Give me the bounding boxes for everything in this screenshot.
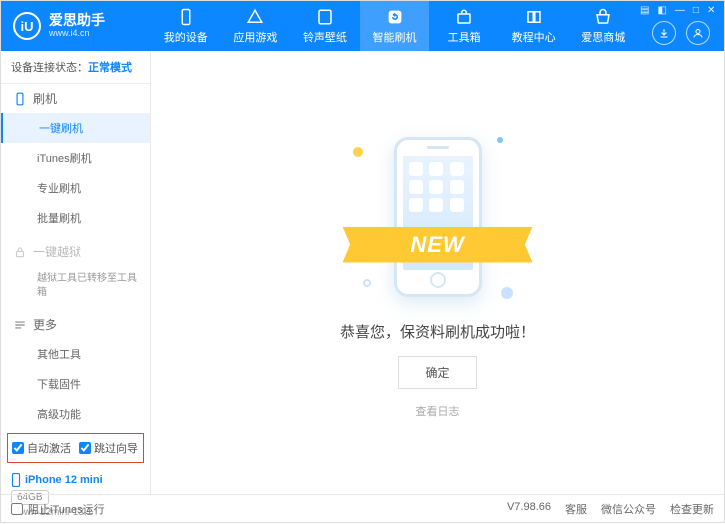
block-itunes-checkbox[interactable]: 阻止iTunes运行 <box>11 501 105 517</box>
nav-ringtones[interactable]: 铃声壁纸 <box>290 1 360 51</box>
skip-guide-checkbox[interactable]: 跳过向导 <box>79 440 138 456</box>
sidebar-head-label: 刷机 <box>33 90 57 107</box>
sidebar-item-batch[interactable]: 批量刷机 <box>1 203 150 233</box>
lock-icon <box>13 245 27 259</box>
nav-toolbox[interactable]: 工具箱 <box>429 1 499 51</box>
nav-label: 应用游戏 <box>233 29 277 45</box>
sidebar: 设备连接状态：正常模式 刷机 一键刷机 iTunes刷机 专业刷机 批量刷机 一… <box>1 51 151 494</box>
options-box: 自动激活 跳过向导 <box>7 433 144 463</box>
connection-status: 设备连接状态：正常模式 <box>1 51 150 84</box>
auto-activate-checkbox[interactable]: 自动激活 <box>12 440 71 456</box>
nav-label: 工具箱 <box>448 29 481 45</box>
window-controls: ▤ ◧ ― □ ✕ <box>638 1 723 16</box>
menu-icon[interactable]: ▤ <box>638 5 651 16</box>
sidebar-head-more[interactable]: 更多 <box>1 310 150 339</box>
download-button[interactable] <box>652 21 676 45</box>
sidebar-item-other[interactable]: 其他工具 <box>1 339 150 369</box>
store-icon <box>594 8 612 26</box>
sidebar-item-oneclick[interactable]: 一键刷机 <box>1 113 150 143</box>
success-illustration: NEW <box>323 127 553 307</box>
list-icon <box>13 318 27 332</box>
sidebar-head-label: 更多 <box>33 316 57 333</box>
phone-illustration-icon <box>394 137 482 297</box>
toolbox-icon <box>455 8 473 26</box>
conn-label: 设备连接状态： <box>11 62 88 74</box>
skin-icon[interactable]: ◧ <box>655 5 668 16</box>
nav-flash[interactable]: 智能刷机 <box>360 1 430 51</box>
service-link[interactable]: 客服 <box>565 501 587 517</box>
phone-icon <box>177 8 195 26</box>
refresh-icon <box>386 8 404 26</box>
jailbreak-note: 越狱工具已转移至工具箱 <box>1 266 150 306</box>
nav-apps[interactable]: 应用游戏 <box>221 1 291 51</box>
sidebar-item-firmware[interactable]: 下载固件 <box>1 369 150 399</box>
device-name: iPhone 12 mini <box>11 473 140 487</box>
statusbar: 阻止iTunes运行 V7.98.66 客服 微信公众号 检查更新 <box>1 494 724 522</box>
nav-my-device[interactable]: 我的设备 <box>151 1 221 51</box>
conn-value: 正常模式 <box>88 62 132 74</box>
close-icon[interactable]: ✕ <box>705 5 717 16</box>
new-ribbon: NEW <box>343 227 533 263</box>
logo-area: iU 爱思助手 www.i4.cn <box>1 12 151 40</box>
main-nav: 我的设备 应用游戏 铃声壁纸 智能刷机 工具箱 教程中心 <box>151 1 638 51</box>
ok-button[interactable]: 确定 <box>398 356 476 389</box>
nav-label: 铃声壁纸 <box>303 29 347 45</box>
wallpaper-icon <box>316 8 334 26</box>
sidebar-head-jailbreak: 一键越狱 <box>1 237 150 266</box>
nav-store[interactable]: 爱思商城 <box>568 1 638 51</box>
nav-label: 爱思商城 <box>581 29 625 45</box>
user-button[interactable] <box>686 21 710 45</box>
checkbox-label: 阻止iTunes运行 <box>28 501 105 517</box>
logo-icon: iU <box>13 12 41 40</box>
nav-tutorials[interactable]: 教程中心 <box>499 1 569 51</box>
success-message: 恭喜您，保资料刷机成功啦！ <box>340 321 535 342</box>
apps-icon <box>246 8 264 26</box>
nav-label: 我的设备 <box>164 29 208 45</box>
book-icon <box>525 8 543 26</box>
checkbox-label: 跳过向导 <box>94 440 138 456</box>
checkbox-label: 自动激活 <box>27 440 71 456</box>
app-url: www.i4.cn <box>49 29 105 39</box>
sidebar-item-pro[interactable]: 专业刷机 <box>1 173 150 203</box>
sidebar-head-label: 一键越狱 <box>33 243 81 260</box>
sidebar-item-advanced[interactable]: 高级功能 <box>1 399 150 429</box>
minimize-icon[interactable]: ― <box>673 5 687 16</box>
update-link[interactable]: 检查更新 <box>670 501 714 517</box>
maximize-icon[interactable]: □ <box>691 5 701 16</box>
view-log-link[interactable]: 查看日志 <box>416 403 460 419</box>
main-content: NEW 恭喜您，保资料刷机成功啦！ 确定 查看日志 <box>151 51 724 494</box>
wechat-link[interactable]: 微信公众号 <box>601 501 656 517</box>
phone-icon <box>13 92 27 106</box>
phone-icon <box>11 473 21 487</box>
titlebar: iU 爱思助手 www.i4.cn 我的设备 应用游戏 铃声壁纸 智能刷机 <box>1 1 724 51</box>
app-name: 爱思助手 <box>49 13 105 28</box>
nav-label: 教程中心 <box>512 29 556 45</box>
nav-label: 智能刷机 <box>373 29 417 45</box>
sidebar-item-itunes[interactable]: iTunes刷机 <box>1 143 150 173</box>
version-label: V7.98.66 <box>507 501 551 517</box>
sidebar-head-flash[interactable]: 刷机 <box>1 84 150 113</box>
